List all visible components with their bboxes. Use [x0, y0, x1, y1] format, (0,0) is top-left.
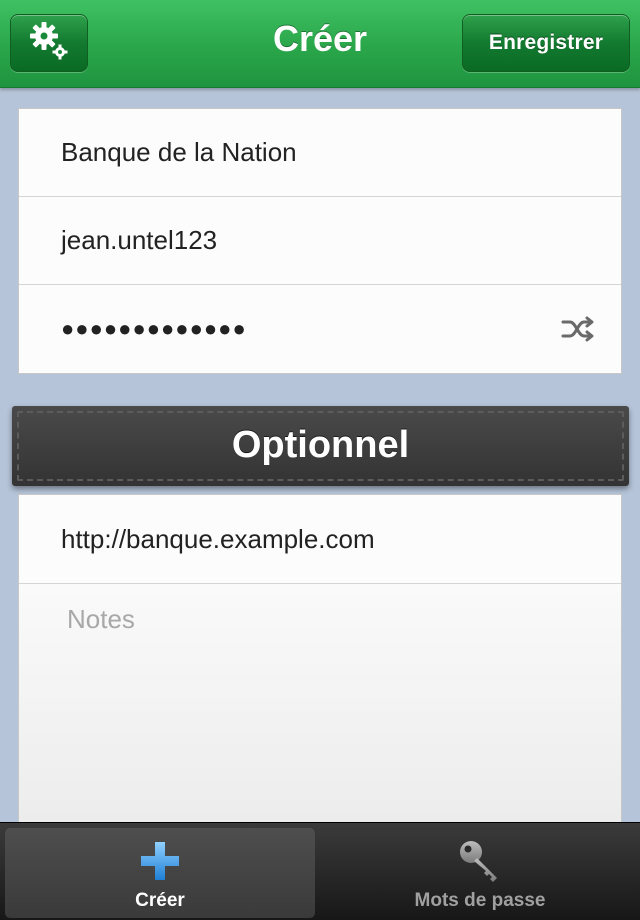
key-icon	[457, 836, 503, 886]
username-field-value: jean.untel123	[61, 225, 218, 255]
plus-icon	[139, 836, 181, 886]
tab-passwords[interactable]: Mots de passe	[325, 828, 635, 918]
url-field[interactable]: http://banque.example.com	[19, 495, 621, 584]
tab-create[interactable]: Créer	[5, 828, 315, 918]
tab-passwords-label: Mots de passe	[414, 890, 546, 911]
save-button[interactable]: Enregistrer	[462, 14, 630, 72]
tab-bar: Créer Mots de passe	[0, 822, 640, 920]
notes-textarea[interactable]: Notes	[19, 584, 621, 825]
optional-section-header: Optionnel	[12, 406, 629, 486]
credentials-group: Banque de la Nation jean.untel123 ●●●●●●…	[18, 108, 622, 374]
optional-group: http://banque.example.com Notes	[18, 494, 622, 825]
name-field[interactable]: Banque de la Nation	[19, 109, 621, 197]
password-field[interactable]: ●●●●●●●●●●●●●	[19, 285, 621, 373]
tab-create-label: Créer	[135, 890, 185, 911]
password-field-value: ●●●●●●●●●●●●●	[61, 316, 247, 341]
shuffle-icon[interactable]	[559, 314, 599, 344]
navigation-bar: Créer Enregistrer	[0, 0, 640, 88]
notes-placeholder: Notes	[67, 604, 135, 634]
name-field-value: Banque de la Nation	[61, 137, 297, 167]
optional-section-label: Optionnel	[231, 424, 410, 466]
url-field-value: http://banque.example.com	[61, 523, 375, 554]
username-field[interactable]: jean.untel123	[19, 197, 621, 285]
